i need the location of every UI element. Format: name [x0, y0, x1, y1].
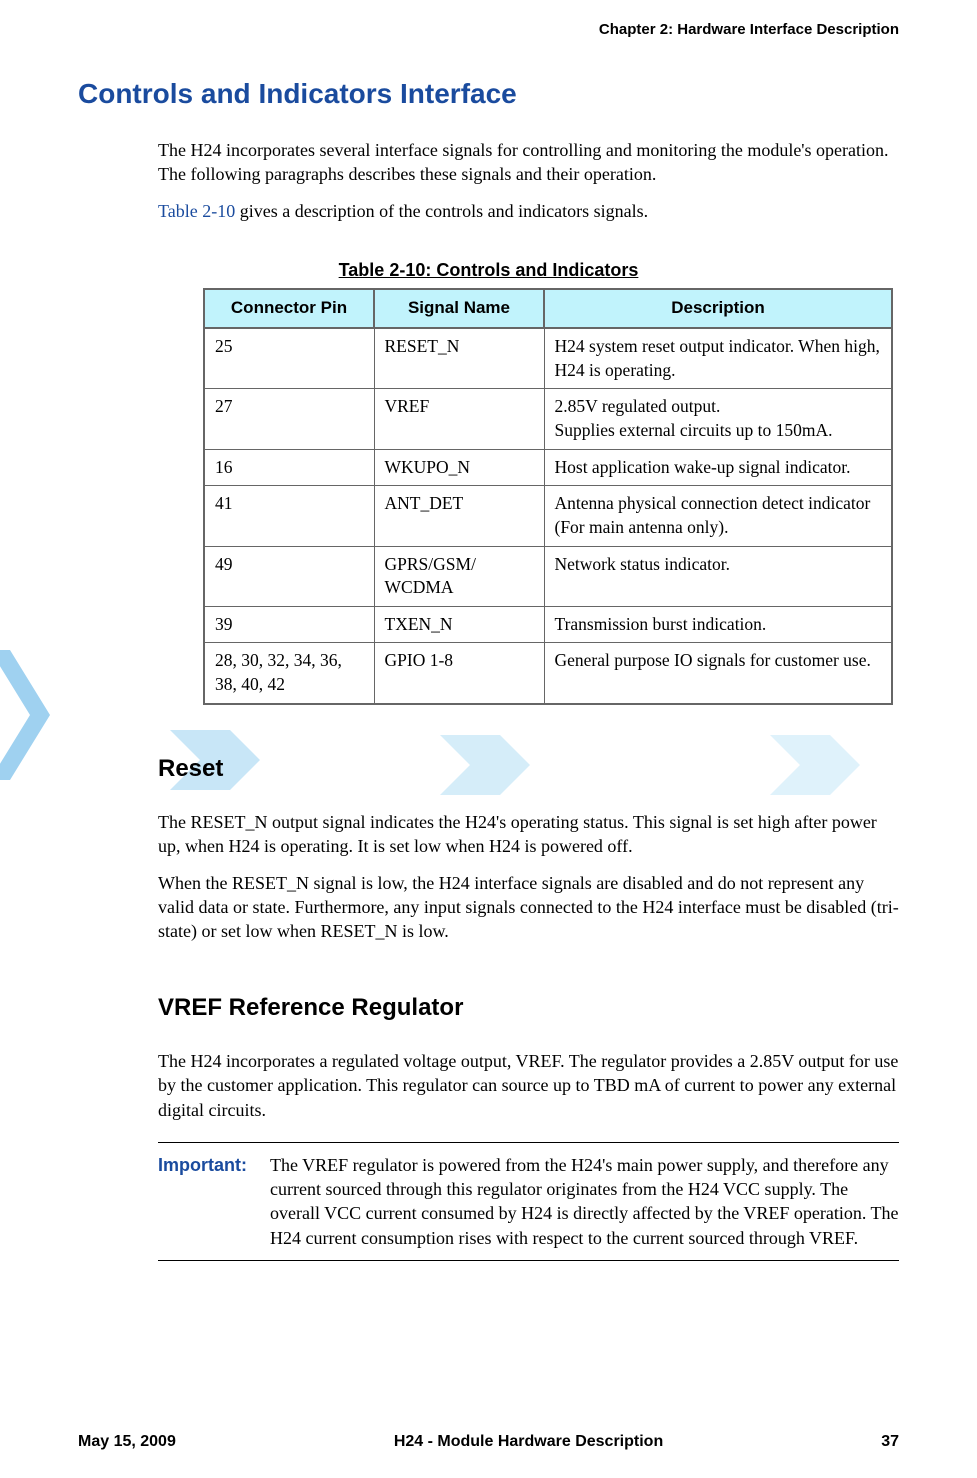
cell-signal: TXEN_N [374, 606, 544, 643]
cell-signal: VREF [374, 389, 544, 449]
section-title: Controls and Indicators Interface [78, 75, 899, 113]
intro-paragraph-2: Table 2-10 gives a description of the co… [158, 199, 899, 223]
cell-pin: 49 [204, 546, 374, 606]
important-label: Important: [158, 1153, 258, 1250]
subsection-vref-title: VREF Reference Regulator [158, 992, 899, 1024]
cell-pin: 41 [204, 486, 374, 546]
page-header: Chapter 2: Hardware Interface Descriptio… [78, 20, 899, 40]
table-row: 41 ANT_DET Antenna physical connection d… [204, 486, 892, 546]
cell-pin: 16 [204, 449, 374, 486]
table-row: 49 GPRS/GSM/WCDMA Network status indicat… [204, 546, 892, 606]
cell-desc: General purpose IO signals for customer … [544, 643, 892, 704]
cell-desc: Antenna physical connection detect indic… [544, 486, 892, 546]
vref-paragraph-1: The H24 incorporates a regulated voltage… [158, 1049, 899, 1122]
table-header-pin: Connector Pin [204, 289, 374, 328]
table-row: 25 RESET_N H24 system reset output indic… [204, 328, 892, 389]
table-row: 28, 30, 32, 34, 36, 38, 40, 42 GPIO 1-8 … [204, 643, 892, 704]
cell-pin: 39 [204, 606, 374, 643]
reset-paragraph-2: When the RESET_N signal is low, the H24 … [158, 871, 899, 944]
table-header-signal: Signal Name [374, 289, 544, 328]
important-text: The VREF regulator is powered from the H… [270, 1153, 899, 1250]
subsection-reset-title: Reset [158, 753, 899, 785]
table-header-desc: Description [544, 289, 892, 328]
table-reference-link[interactable]: Table 2-10 [158, 201, 235, 221]
cell-desc: Network status indicator. [544, 546, 892, 606]
table-row: 39 TXEN_N Transmission burst indication. [204, 606, 892, 643]
intro-paragraph-2-rest: gives a description of the controls and … [235, 201, 648, 221]
controls-indicators-table: Connector Pin Signal Name Description 25… [203, 288, 893, 704]
reset-paragraph-1: The RESET_N output signal indicates the … [158, 810, 899, 859]
divider [158, 1142, 899, 1143]
cell-signal: WKUPO_N [374, 449, 544, 486]
cell-signal: GPIO 1-8 [374, 643, 544, 704]
important-note: Important: The VREF regulator is powered… [158, 1142, 899, 1261]
cell-desc: Transmission burst indication. [544, 606, 892, 643]
footer-date: May 15, 2009 [78, 1431, 176, 1453]
footer-page-number: 37 [881, 1431, 899, 1453]
cell-signal: GPRS/GSM/WCDMA [374, 546, 544, 606]
cell-desc: Host application wake-up signal indicato… [544, 449, 892, 486]
cell-pin: 28, 30, 32, 34, 36, 38, 40, 42 [204, 643, 374, 704]
page-footer: May 15, 2009 H24 - Module Hardware Descr… [78, 1431, 899, 1453]
table-row: 27 VREF 2.85V regulated output.Supplies … [204, 389, 892, 449]
cell-signal: ANT_DET [374, 486, 544, 546]
cell-pin: 27 [204, 389, 374, 449]
intro-paragraph-1: The H24 incorporates several interface s… [158, 138, 899, 187]
cell-signal: RESET_N [374, 328, 544, 389]
divider [158, 1260, 899, 1261]
cell-desc: H24 system reset output indicator. When … [544, 328, 892, 389]
cell-pin: 25 [204, 328, 374, 389]
table-caption: Table 2-10: Controls and Indicators [78, 258, 899, 282]
footer-title: H24 - Module Hardware Description [394, 1431, 663, 1453]
table-row: 16 WKUPO_N Host application wake-up sign… [204, 449, 892, 486]
cell-desc: 2.85V regulated output.Supplies external… [544, 389, 892, 449]
